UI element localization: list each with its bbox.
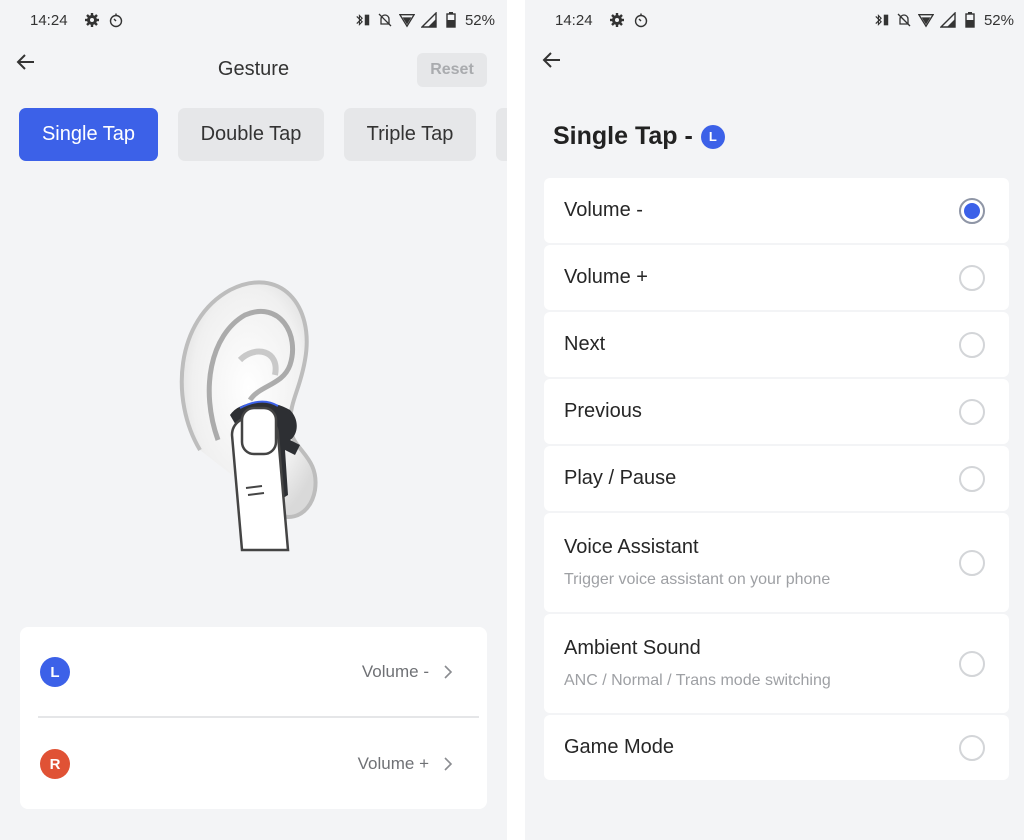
tab-more[interactable]	[496, 108, 507, 161]
status-bar: 14:24 52%	[525, 0, 1024, 40]
status-time: 14:24	[30, 11, 68, 29]
gesture-screen: 14:24 52% Gesture Reset Single Tap Doubl…	[0, 0, 507, 840]
radio-unselected[interactable]	[959, 465, 985, 492]
bluetooth-battery-icon	[874, 12, 890, 28]
left-earbud-badge: L	[40, 657, 70, 687]
option-label: Next	[564, 333, 606, 355]
option-previous[interactable]: Previous	[544, 379, 1009, 444]
cellular-signal-icon	[420, 12, 437, 28]
radio-unselected[interactable]	[959, 331, 985, 358]
battery-icon	[443, 12, 459, 28]
divider	[38, 716, 479, 718]
option-label: Voice Assistant	[564, 536, 699, 558]
notifications-off-icon	[896, 12, 912, 28]
option-label: Play / Pause	[564, 467, 677, 489]
timer-icon	[108, 12, 124, 28]
right-earbud-row[interactable]: R Volume +	[20, 719, 487, 809]
left-earbud-badge: L	[700, 124, 725, 149]
option-volume-down[interactable]: Volume -	[544, 178, 1009, 243]
earbud-assignments-card: L Volume - R Volume +	[20, 627, 487, 809]
single-tap-screen: 14:24 52% Single Tap - L Volume - Volume…	[525, 0, 1024, 840]
settings-gear-icon	[609, 12, 625, 28]
page-heading: Single Tap - L	[553, 122, 725, 151]
option-voice-assistant[interactable]: Voice Assistant Trigger voice assistant …	[544, 513, 1009, 612]
tab-single-tap[interactable]: Single Tap	[19, 108, 158, 161]
timer-icon	[633, 12, 649, 28]
option-game-mode[interactable]: Game Mode	[544, 715, 1009, 780]
wifi-icon	[398, 12, 415, 28]
reset-button[interactable]: Reset	[417, 53, 487, 87]
option-subtitle: Trigger voice assistant on your phone	[564, 571, 831, 588]
tab-double-tap[interactable]: Double Tap	[178, 108, 324, 161]
option-label: Ambient Sound	[564, 637, 701, 659]
option-play-pause[interactable]: Play / Pause	[544, 446, 1009, 511]
ear-tap-illustration	[140, 250, 370, 560]
option-volume-up[interactable]: Volume +	[544, 245, 1009, 310]
bluetooth-battery-icon	[355, 12, 371, 28]
left-earbud-row[interactable]: L Volume -	[20, 627, 487, 717]
action-options-list: Volume - Volume + Next Previous Play / P…	[544, 178, 1009, 782]
battery-percent: 52%	[464, 11, 495, 29]
radio-unselected[interactable]	[959, 734, 985, 761]
battery-percent: 52%	[983, 11, 1014, 29]
option-subtitle: ANC / Normal / Trans mode switching	[564, 672, 831, 689]
option-label: Volume +	[564, 266, 648, 288]
radio-selected[interactable]	[959, 197, 985, 224]
option-next[interactable]: Next	[544, 312, 1009, 377]
option-ambient-sound[interactable]: Ambient Sound ANC / Normal / Trans mode …	[544, 614, 1009, 713]
radio-unselected[interactable]	[959, 650, 985, 677]
chevron-right-icon	[443, 756, 455, 772]
page-heading-text: Single Tap -	[553, 122, 693, 150]
status-bar: 14:24 52%	[0, 0, 507, 40]
left-earbud-action: Volume -	[361, 662, 429, 681]
gesture-tabs: Single Tap Double Tap Triple Tap	[19, 108, 507, 161]
option-label: Previous	[564, 400, 642, 422]
option-label: Game Mode	[564, 736, 675, 758]
wifi-icon	[917, 12, 934, 28]
cellular-signal-icon	[939, 12, 956, 28]
settings-gear-icon	[84, 12, 100, 28]
back-button[interactable]	[538, 46, 566, 74]
tab-triple-tap[interactable]: Triple Tap	[344, 108, 476, 161]
radio-unselected[interactable]	[959, 549, 985, 576]
right-earbud-action: Volume +	[357, 754, 429, 773]
notifications-off-icon	[377, 12, 393, 28]
radio-unselected[interactable]	[959, 398, 985, 425]
arrow-left-icon	[542, 52, 560, 68]
chevron-right-icon	[443, 664, 455, 680]
right-earbud-badge: R	[40, 749, 70, 779]
battery-icon	[962, 12, 978, 28]
radio-unselected[interactable]	[959, 264, 985, 291]
status-time: 14:24	[555, 11, 593, 29]
option-label: Volume -	[564, 199, 643, 221]
